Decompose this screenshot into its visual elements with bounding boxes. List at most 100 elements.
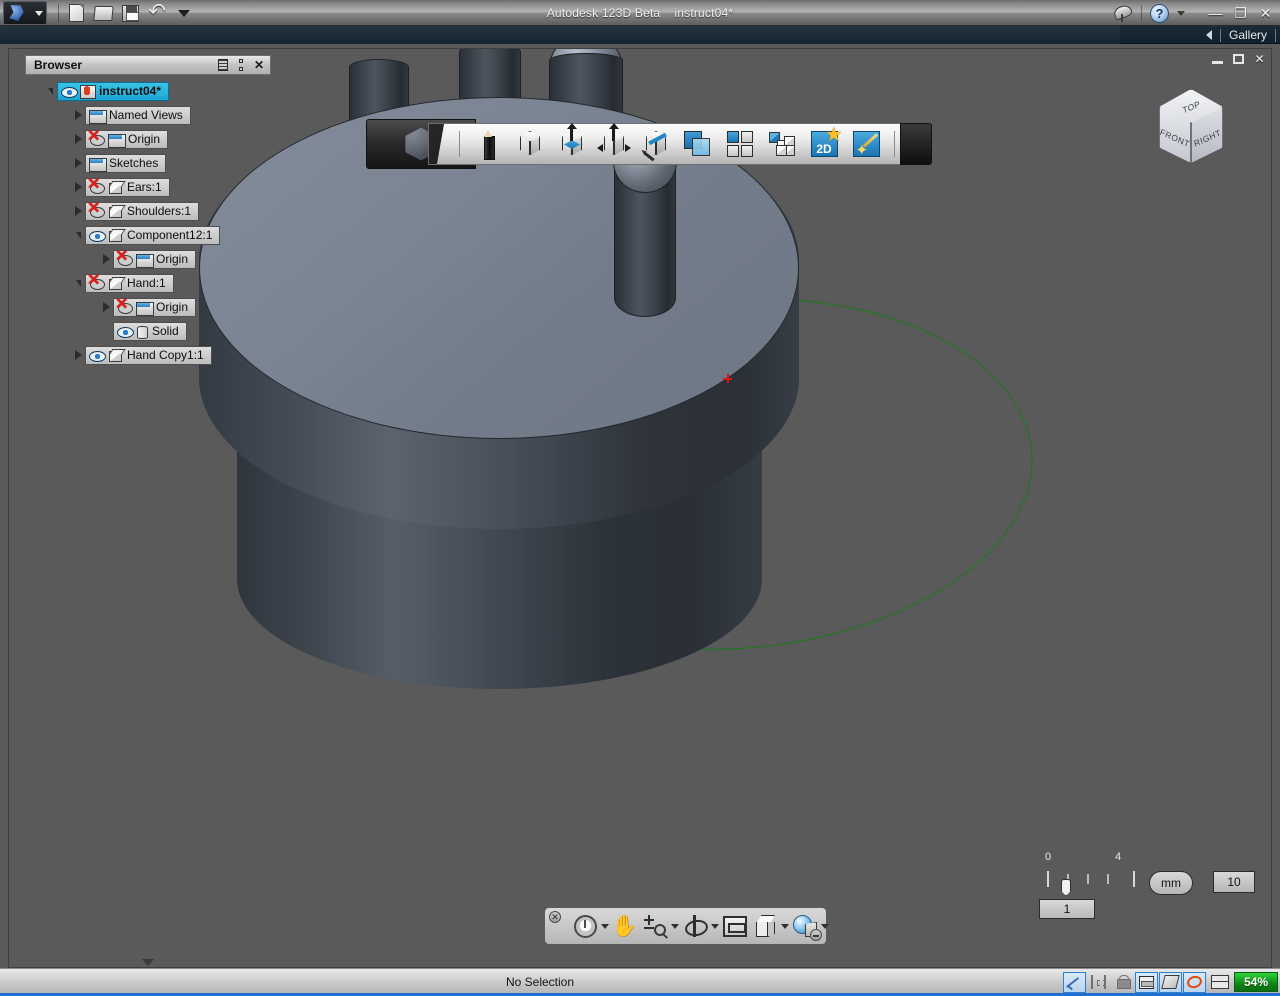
- window-layout-button[interactable]: [1135, 972, 1158, 993]
- sketch-tool[interactable]: [470, 126, 506, 162]
- undo-arrow-icon[interactable]: [147, 3, 167, 23]
- document-restore-button[interactable]: [1231, 52, 1246, 66]
- constraint-tool-button[interactable]: [1087, 972, 1110, 993]
- visibility-off-icon[interactable]: [89, 180, 104, 194]
- viewport-scroll-nub[interactable]: [139, 959, 157, 966]
- tree-item-origin[interactable]: Origin: [25, 127, 271, 151]
- visibility-eye-icon[interactable]: [61, 84, 76, 98]
- application-menu-button[interactable]: [3, 1, 47, 25]
- chevron-down-icon[interactable]: [1177, 11, 1185, 16]
- tree-item-named-views[interactable]: Named Views: [25, 103, 271, 127]
- expander-collapsed-icon[interactable]: [71, 108, 85, 122]
- tree-item-shoulders-1[interactable]: Shoulders:1: [25, 199, 271, 223]
- grid-list-icon[interactable]: [215, 58, 231, 73]
- tree-item-ears-1[interactable]: Ears:1: [25, 175, 271, 199]
- pattern-tool[interactable]: [722, 126, 758, 162]
- zoom-value-field[interactable]: 10: [1213, 871, 1255, 893]
- steering-wheel-button[interactable]: [571, 911, 609, 941]
- tree-item-chip[interactable]: Ears:1: [85, 178, 170, 197]
- tree-item-chip[interactable]: Origin: [113, 250, 196, 269]
- tree-item-chip[interactable]: Solid: [113, 322, 187, 341]
- smart-tool[interactable]: [848, 126, 884, 162]
- tree-item-sketches[interactable]: Sketches: [25, 151, 271, 175]
- pan-button[interactable]: ✋: [611, 911, 639, 941]
- chevron-down-icon[interactable]: [821, 924, 829, 929]
- expander-collapsed-icon[interactable]: [71, 156, 85, 170]
- visibility-off-icon[interactable]: [89, 276, 104, 290]
- nav-collapse-icon[interactable]: [810, 929, 822, 941]
- scale-ruler[interactable]: [1041, 871, 1141, 887]
- expander-collapsed-icon[interactable]: [71, 180, 85, 194]
- assemble-tool[interactable]: [764, 126, 800, 162]
- chevron-down-icon[interactable]: [671, 924, 679, 929]
- nav-close-icon[interactable]: ✕: [549, 911, 561, 923]
- visibility-eye-icon[interactable]: [89, 228, 104, 242]
- question-mark-icon[interactable]: ?: [1150, 4, 1169, 23]
- scale-slider-handle[interactable]: [1061, 879, 1071, 896]
- tree-item-chip[interactable]: Shoulders:1: [85, 202, 199, 221]
- zoom-button[interactable]: [641, 911, 679, 941]
- tree-item-chip[interactable]: Sketches: [85, 154, 166, 173]
- tree-item-chip[interactable]: Origin: [113, 298, 196, 317]
- snap-tool-button[interactable]: [1063, 972, 1086, 993]
- visibility-eye-icon[interactable]: [117, 324, 132, 338]
- tree-item-chip[interactable]: Origin: [85, 130, 168, 149]
- look-at-button[interactable]: [721, 911, 749, 941]
- construct-tool[interactable]: [554, 126, 590, 162]
- tree-item-origin[interactable]: Origin: [25, 247, 271, 271]
- view-cube-menu-button[interactable]: [751, 911, 789, 941]
- tree-item-instruct04[interactable]: instruct04*: [25, 79, 271, 103]
- stacked-views-button[interactable]: [1207, 972, 1230, 993]
- tree-item-hand-copy1-1[interactable]: Hand Copy1:1: [25, 343, 271, 367]
- chevron-down-icon[interactable]: [781, 924, 789, 929]
- chevron-down-icon[interactable]: [711, 924, 719, 929]
- orbit-status-button[interactable]: [1183, 972, 1206, 993]
- minimize-button[interactable]: —: [1207, 5, 1224, 21]
- chevron-down-icon[interactable]: [174, 3, 194, 23]
- expander-expanded-icon[interactable]: [71, 276, 85, 290]
- combine-tool[interactable]: [680, 126, 716, 162]
- primitives-tool[interactable]: [512, 126, 548, 162]
- expander-expanded-icon[interactable]: [71, 228, 85, 242]
- tree-item-hand-1[interactable]: Hand:1: [25, 271, 271, 295]
- tree-item-chip[interactable]: instruct04*: [57, 82, 169, 101]
- expander-expanded-icon[interactable]: [43, 84, 57, 98]
- tree-item-chip[interactable]: Hand Copy1:1: [85, 346, 212, 365]
- tree-item-solid[interactable]: Solid: [25, 319, 271, 343]
- visibility-off-icon[interactable]: [117, 300, 132, 314]
- expander-collapsed-icon[interactable]: [99, 252, 113, 266]
- visibility-off-icon[interactable]: [117, 252, 132, 266]
- visibility-off-icon[interactable]: [89, 204, 104, 218]
- maximize-button[interactable]: ❐: [1232, 5, 1249, 22]
- drawing-2d-tool[interactable]: 2D ★: [806, 126, 842, 162]
- tree-item-component12-1[interactable]: Component12:1: [25, 223, 271, 247]
- modify-tool[interactable]: [596, 126, 632, 162]
- satellite-dish-icon[interactable]: [1113, 3, 1133, 23]
- close-x-icon[interactable]: ✕: [251, 58, 267, 73]
- tree-item-chip[interactable]: Named Views: [85, 106, 191, 125]
- pin-dots-icon[interactable]: [233, 58, 249, 73]
- chevron-down-icon[interactable]: [601, 924, 609, 929]
- tree-item-chip[interactable]: Hand:1: [85, 274, 174, 293]
- sketch-on-face-tool[interactable]: [638, 126, 674, 162]
- visibility-off-icon[interactable]: [89, 132, 104, 146]
- document-close-button[interactable]: ✕: [1252, 52, 1267, 66]
- expander-collapsed-icon[interactable]: [71, 132, 85, 146]
- gallery-label[interactable]: Gallery: [1229, 28, 1267, 42]
- expander-collapsed-icon[interactable]: [71, 348, 85, 362]
- sheet-view-button[interactable]: [1159, 972, 1182, 993]
- orbit-button[interactable]: [681, 911, 719, 941]
- visibility-eye-icon[interactable]: [89, 348, 104, 362]
- tree-item-origin[interactable]: Origin: [25, 295, 271, 319]
- collapse-left-icon[interactable]: [1206, 30, 1212, 40]
- units-button[interactable]: mm: [1149, 871, 1193, 895]
- lock-tool-button[interactable]: [1111, 972, 1134, 993]
- expander-collapsed-icon[interactable]: [99, 300, 113, 314]
- close-button[interactable]: ✕: [1257, 5, 1274, 22]
- document-minimize-button[interactable]: [1210, 52, 1225, 66]
- scale-value-field[interactable]: 1: [1039, 899, 1095, 919]
- viewport-3d[interactable]: Browser ✕ instruct04*Named ViewsOriginSk…: [9, 49, 1271, 967]
- view-cube[interactable]: TOP FRONT RIGHT: [1143, 87, 1239, 183]
- open-folder-icon[interactable]: [93, 3, 113, 23]
- expander-collapsed-icon[interactable]: [71, 204, 85, 218]
